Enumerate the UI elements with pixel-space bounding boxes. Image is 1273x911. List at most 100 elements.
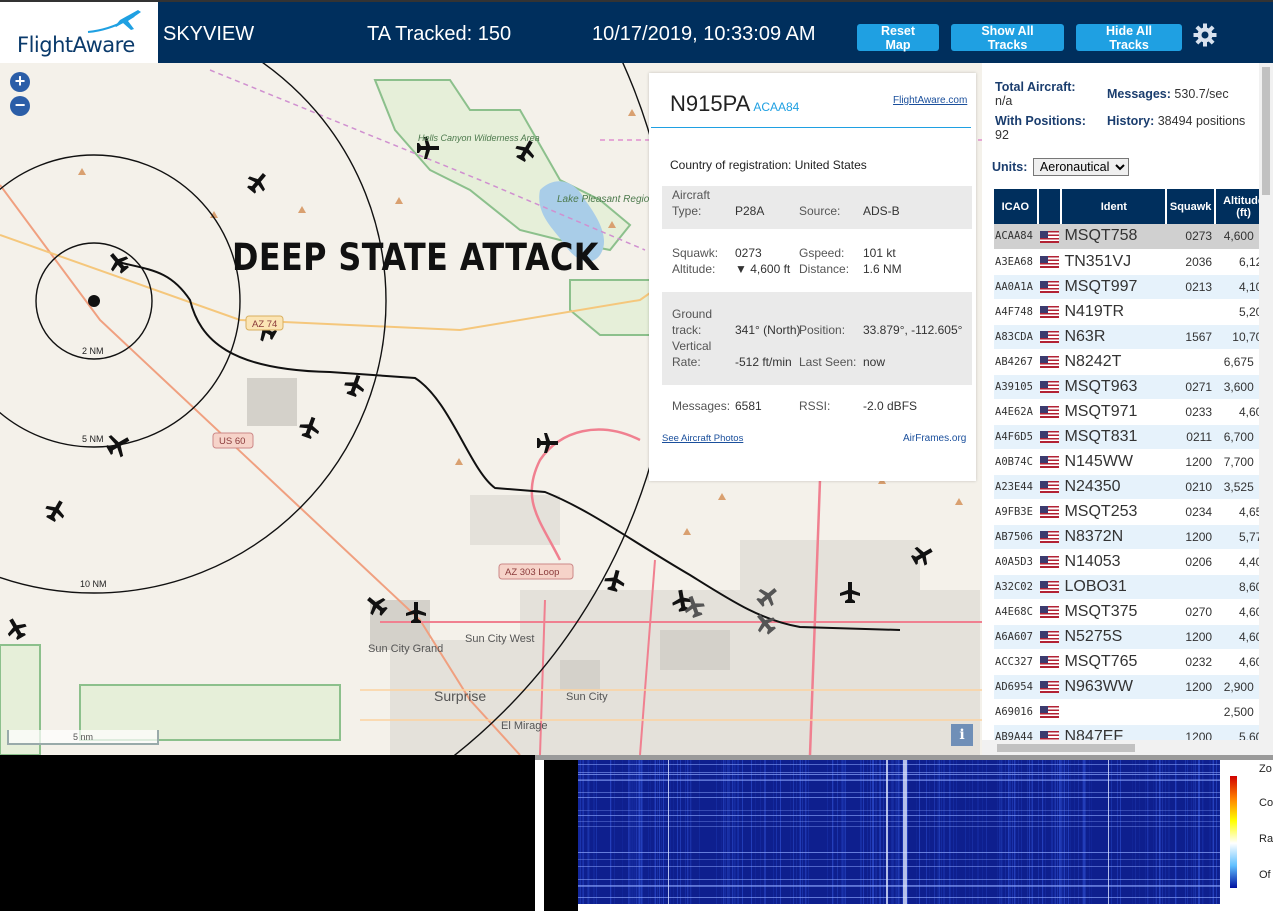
row-ident: MSQT997 xyxy=(1061,274,1167,300)
with-positions: With Positions: 92 xyxy=(995,114,1086,142)
row-squawk: 0206 xyxy=(1166,549,1216,575)
altitude-label: Altitude: xyxy=(672,262,716,276)
country-label: Country of registration: xyxy=(670,158,792,172)
history-value: 38494 positions xyxy=(1157,114,1246,128)
row-flag xyxy=(1037,324,1062,350)
row-ident: N5275S xyxy=(1061,624,1167,650)
position-value: 33.879°, -112.605° xyxy=(863,323,963,337)
row-squawk: 1200 xyxy=(1166,524,1216,550)
table-row[interactable]: A0A5D3 N14053 0206 4,400 xyxy=(994,549,1272,575)
row-squawk xyxy=(1166,299,1216,325)
table-row[interactable]: AB4267 N8242T 6,675 ▲ xyxy=(994,349,1272,375)
table-horizontal-scrollbar[interactable] xyxy=(982,740,1259,755)
road-label-us60: US 60 xyxy=(219,436,245,447)
altitude-value: ▼ 4,600 ft xyxy=(735,262,791,276)
row-flag xyxy=(1037,249,1062,275)
table-row[interactable]: A4F6D5 MSQT831 0211 6,700 ▼ xyxy=(994,424,1272,450)
us-flag-icon xyxy=(1039,356,1059,369)
table-row[interactable]: A4E62A MSQT971 0233 4,600 xyxy=(994,399,1272,425)
us-flag-icon xyxy=(1039,531,1059,544)
brand-name: FlightAware xyxy=(17,33,135,57)
row-icao: AB7506 xyxy=(994,524,1038,550)
zoom-in-button[interactable]: + xyxy=(10,72,30,92)
row-icao: AB4267 xyxy=(994,349,1038,375)
row-squawk: 1200 xyxy=(1166,674,1216,700)
col-squawk[interactable]: Squawk xyxy=(1166,189,1217,224)
history: History: 38494 positions xyxy=(1107,114,1247,128)
row-ident: MSQT758 xyxy=(1061,224,1167,250)
row-flag xyxy=(1037,624,1062,650)
label-sun-city: Sun City xyxy=(566,691,608,703)
table-row[interactable]: ACC327 MSQT765 0232 4,600 xyxy=(994,649,1272,675)
road-label-az74: AZ 74 xyxy=(252,319,277,330)
units-select[interactable]: Aeronautical xyxy=(1032,158,1129,176)
table-row[interactable]: A83CDA N63R 1567 10,700 xyxy=(994,324,1272,350)
zoom-out-button[interactable]: − xyxy=(10,96,30,116)
row-icao: A32C02 xyxy=(994,574,1038,600)
table-row[interactable]: AD6954 N963WW 1200 2,900 ▲ xyxy=(994,674,1272,700)
row-flag xyxy=(1037,649,1062,675)
row-flag xyxy=(1037,699,1062,725)
table-row[interactable]: A69016 2,500 ▲ xyxy=(994,699,1272,725)
table-row[interactable]: A3EA68 TN351VJ 2036 6,125 xyxy=(994,249,1272,275)
last-seen-value: now xyxy=(863,355,886,369)
table-row[interactable]: ACAA84 MSQT758 0273 4,600 ▼ xyxy=(994,224,1272,250)
table-row[interactable]: A32C02 LOBO31 8,600 xyxy=(994,574,1272,600)
waterfall-left-strip xyxy=(544,760,578,911)
row-squawk: 1200 xyxy=(1166,624,1216,650)
row-flag xyxy=(1037,474,1062,500)
total-aircraft-label: Total Aircraft: xyxy=(995,80,1076,94)
table-row[interactable]: A23E44 N24350 0210 3,525 ▲ xyxy=(994,474,1272,500)
aircraft-icao-link[interactable]: ACAA84 xyxy=(753,100,799,114)
hide-all-tracks-button[interactable]: Hide All Tracks xyxy=(1076,24,1182,52)
reset-map-button[interactable]: Reset Map xyxy=(857,24,939,52)
table-row[interactable]: A4E68C MSQT375 0270 4,600 xyxy=(994,599,1272,625)
us-flag-icon xyxy=(1039,556,1059,569)
waterfall-contrast-label: Con xyxy=(1259,797,1273,809)
label-hells-canyon: Hells Canyon Wilderness Area xyxy=(418,133,540,143)
table-row[interactable]: AA0A1A MSQT997 0213 4,100 xyxy=(994,274,1272,300)
table-row[interactable]: A4F748 N419TR 5,200 xyxy=(994,299,1272,325)
waterfall-zoom-label: Zo xyxy=(1259,763,1272,775)
flightaware-link[interactable]: FlightAware.com xyxy=(893,95,967,106)
last-seen-label: Last Seen: xyxy=(799,355,857,369)
us-flag-icon xyxy=(1039,406,1059,419)
col-ident[interactable]: Ident xyxy=(1061,189,1168,224)
us-flag-icon xyxy=(1039,256,1059,269)
row-icao: A9FB3E xyxy=(994,499,1038,525)
see-aircraft-photos-link[interactable]: See Aircraft Photos xyxy=(662,433,743,444)
col-flag[interactable] xyxy=(1037,189,1063,224)
gear-icon[interactable] xyxy=(1192,22,1218,48)
airframes-link[interactable]: AirFrames.org xyxy=(903,433,966,444)
row-ident xyxy=(1061,699,1167,725)
table-row[interactable]: A39105 MSQT963 0271 3,600 ▼ xyxy=(994,374,1272,400)
row-icao: A4F6D5 xyxy=(994,424,1038,450)
row-icao: A23E44 xyxy=(994,474,1038,500)
col-icao[interactable]: ICAO xyxy=(994,189,1039,224)
flightaware-logo[interactable]: FlightAware xyxy=(0,2,158,65)
info-icon[interactable]: i xyxy=(951,724,973,746)
table-row[interactable]: A6A607 N5275S 1200 4,600 xyxy=(994,624,1272,650)
row-flag xyxy=(1037,399,1062,425)
label-sun-city-west: Sun City West xyxy=(465,633,535,645)
map-view[interactable]: 2 NM 5 NM 10 NM Lake Pleasant Regional P… xyxy=(0,63,982,755)
row-ground-track: Ground track: 341° (North) Position: 33.… xyxy=(662,292,972,385)
gspeed-value: 101 kt xyxy=(863,246,896,260)
table-row[interactable]: A9FB3E MSQT253 0234 4,650 xyxy=(994,499,1272,525)
row-ident: N419TR xyxy=(1061,299,1167,325)
row-squawk xyxy=(1166,349,1216,375)
row-flag xyxy=(1037,674,1062,700)
messages-rate-label: Messages: xyxy=(1107,87,1171,101)
row-icao: A4E68C xyxy=(994,599,1038,625)
row-ident: N8242T xyxy=(1061,349,1167,375)
show-all-tracks-button[interactable]: Show All Tracks xyxy=(951,24,1064,52)
table-row[interactable]: AB7506 N8372N 1200 5,775 xyxy=(994,524,1272,550)
label-sun-city-grand: Sun City Grand xyxy=(368,643,443,655)
row-ident: MSQT971 xyxy=(1061,399,1167,425)
row-icao: A4E62A xyxy=(994,399,1038,425)
vertical-rate-value: -512 ft/min xyxy=(735,355,792,369)
table-vertical-scrollbar[interactable] xyxy=(1259,63,1273,755)
table-row[interactable]: A0B74C N145WW 1200 7,700 ▼ xyxy=(994,449,1272,475)
distance-label: Distance: xyxy=(799,262,850,276)
us-flag-icon xyxy=(1039,231,1059,244)
